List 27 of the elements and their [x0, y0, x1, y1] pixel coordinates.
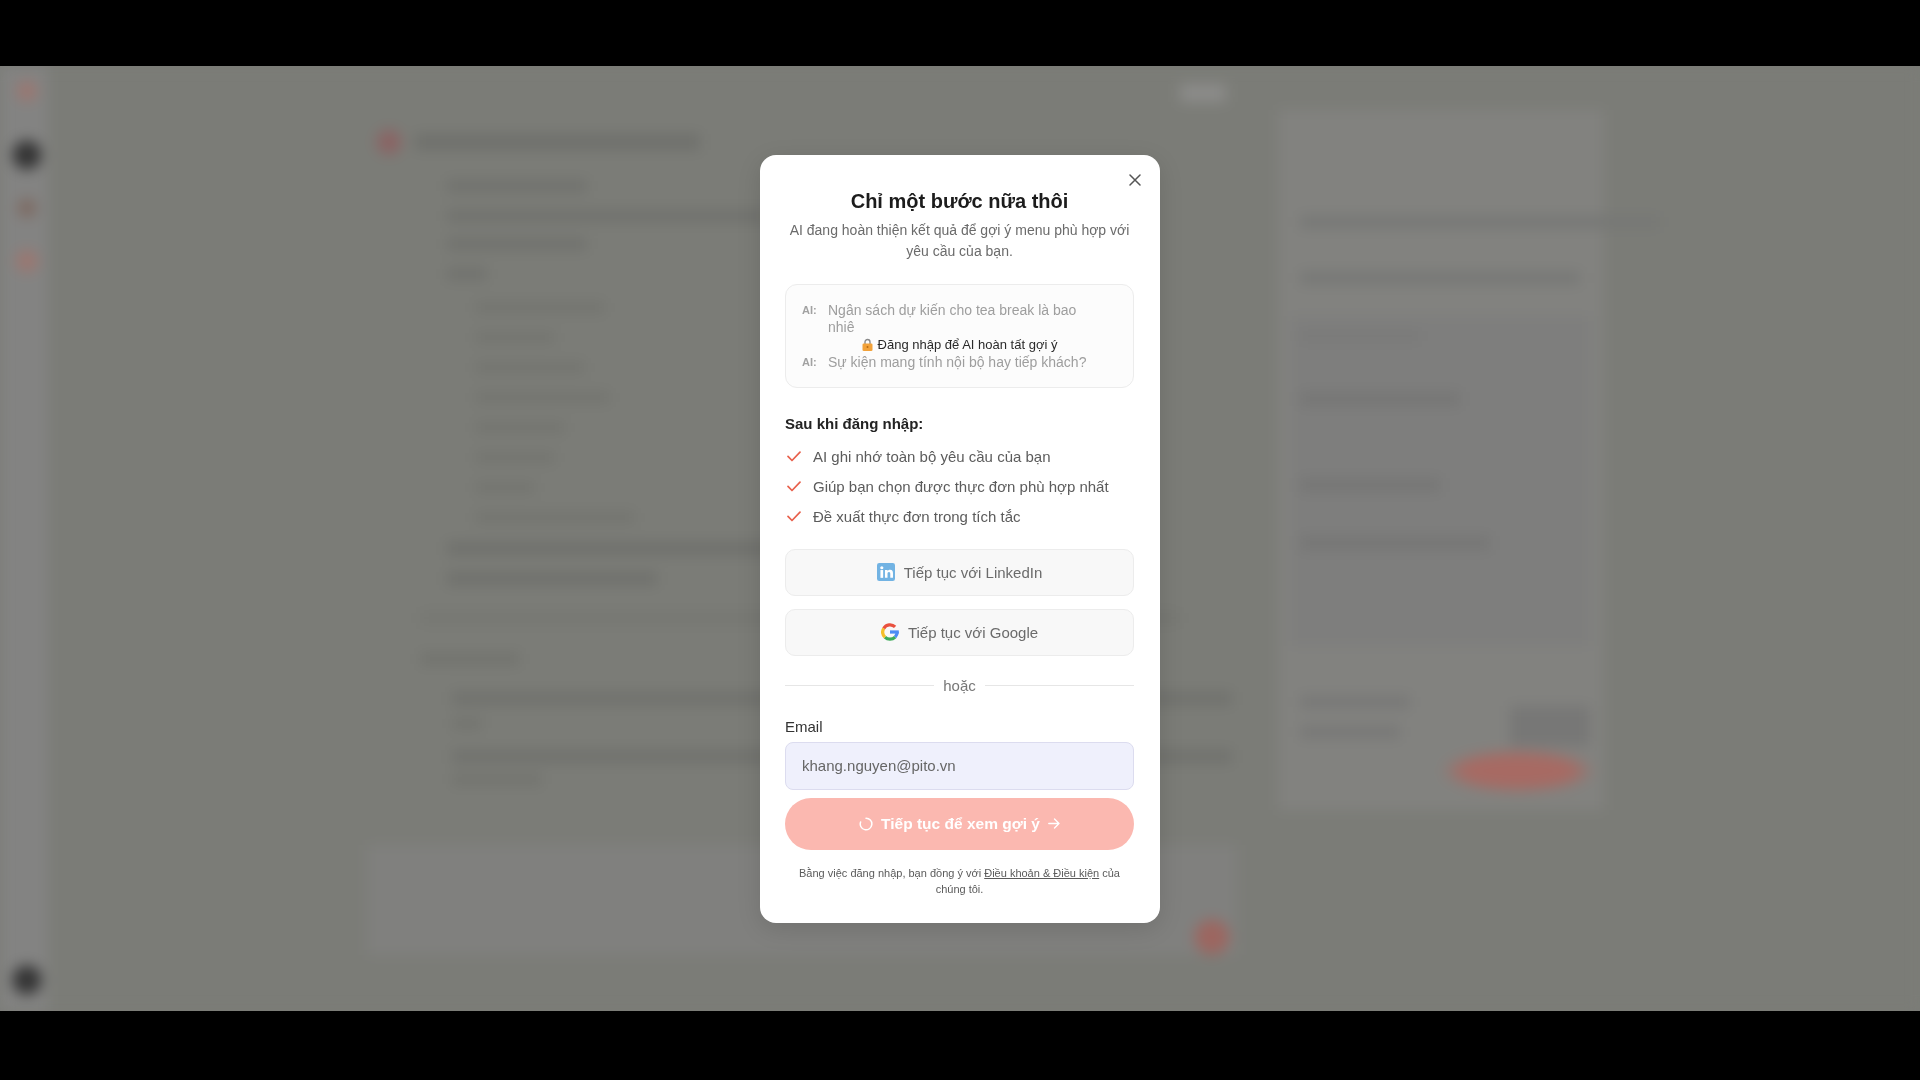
- check-icon: [787, 481, 801, 492]
- terms-text: Bằng việc đăng nhập, bạn đồng ý với Điều khoản & Điều kiện của chúng tôi.: [798, 865, 1121, 897]
- benefits-heading: Sau khi đăng nhập:: [785, 413, 925, 434]
- preview-message: Sự kiện mang tính nội bộ hay tiếp khách?: [828, 353, 1087, 371]
- dialog-subtitle: AI đang hoàn thiện kết quả để gợi ý menu phù hợp với yêu cầu của bạn.: [788, 220, 1131, 261]
- preview-message: Ngân sách dự kiến cho tea break là bao nhiê: [828, 301, 1078, 336]
- linkedin-icon: [876, 563, 895, 581]
- benefit-text: AI ghi nhớ toàn bộ yêu cầu của bạn: [813, 446, 1051, 467]
- terms-link[interactable]: Điều khoản & Điều kiện: [984, 866, 1100, 879]
- email-input[interactable]: khang.nguyen@pito.vn: [785, 741, 1134, 790]
- email-label: Email: [785, 716, 824, 737]
- check-icon: [787, 451, 801, 462]
- google-login-button[interactable]: Tiếp tục với Google: [785, 608, 1134, 656]
- divider-text: hoặc: [942, 675, 977, 696]
- dialog-title: Chỉ một bước nữa thôi: [849, 188, 1070, 214]
- google-icon: [880, 623, 899, 641]
- lock-icon: [861, 338, 873, 351]
- check-icon: [787, 511, 801, 522]
- speaker-label: AI:: [802, 302, 818, 318]
- benefit-text: Giúp bạn chọn được thực đơn phù hợp nhất: [813, 476, 1109, 497]
- close-icon[interactable]: [1129, 173, 1141, 186]
- linkedin-login-button[interactable]: Tiếp tục với LinkedIn: [785, 548, 1134, 596]
- spinner-icon: [859, 816, 874, 831]
- lock-message: Đăng nhập để AI hoàn tất gợi ý: [877, 335, 1058, 354]
- benefit-text: Đề xuất thực đơn trong tích tắc: [813, 506, 1021, 527]
- speaker-label: AI:: [802, 354, 818, 370]
- arrow-right-icon: [1047, 818, 1060, 829]
